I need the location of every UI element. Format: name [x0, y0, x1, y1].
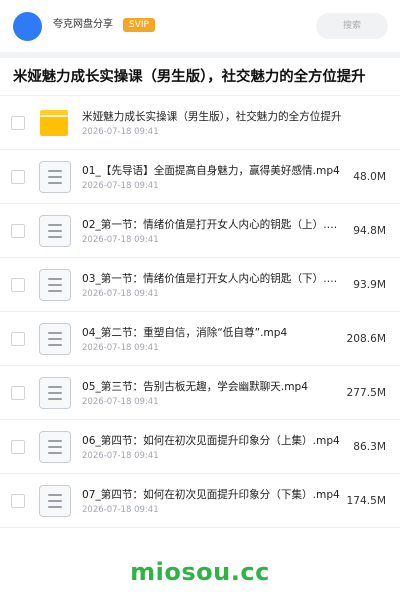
video-file-icon [38, 160, 71, 194]
share-header: 夸克网盘分享 SVIP 搜索 [0, 0, 400, 52]
file-name: 04_第二节：重塑自信，消除“低自尊”.mp4 [82, 327, 288, 339]
site-watermark: miosou.cc [130, 558, 270, 586]
file-date: 2026-07-18 09:41 [82, 235, 159, 245]
file-date: 2026-07-18 09:41 [82, 505, 159, 515]
share-owner-name: 夸克网盘分享 [53, 19, 113, 30]
search-input[interactable]: 搜索 [316, 13, 388, 39]
row-checkbox[interactable] [11, 278, 25, 292]
list-item[interactable]: 03_第一节：情绪价值是打开女人内心的钥匙（下）.mp4 2026-07-18 … [0, 258, 400, 312]
video-file-icon [38, 376, 71, 410]
file-name: 02_第一节：情绪价值是打开女人内心的钥匙（上）.mp4 [82, 219, 346, 231]
video-file-icon [38, 484, 71, 518]
file-name: 米娅魅力成长实操课（男生版），社交魅力的全方位提升 [82, 111, 342, 123]
file-date: 2026-07-18 09:41 [82, 397, 159, 407]
file-date: 2026-07-18 09:41 [82, 289, 159, 299]
row-checkbox[interactable] [11, 386, 25, 400]
list-item[interactable]: 05_第三节：告别古板无趣，学会幽默聊天.mp4 2026-07-18 09:4… [0, 366, 400, 420]
file-size: 208.6M [346, 333, 386, 345]
user-avatar[interactable] [13, 12, 42, 41]
row-checkbox[interactable] [11, 170, 25, 184]
file-size: 93.9M [353, 279, 386, 291]
list-item[interactable]: 04_第二节：重塑自信，消除“低自尊”.mp4 2026-07-18 09:41… [0, 312, 400, 366]
file-date: 2026-07-18 09:41 [82, 127, 159, 137]
file-size: 86.3M [353, 441, 386, 453]
row-checkbox[interactable] [11, 494, 25, 508]
row-checkbox[interactable] [11, 332, 25, 346]
file-date: 2026-07-18 09:41 [82, 181, 159, 191]
video-file-icon [38, 214, 71, 248]
title-bar: 米娅魅力成长实操课（男生版），社交魅力的全方位提升 [0, 58, 400, 96]
file-name: 01_【先导语】全面提高自身魅力，赢得美好感情.mp4 [82, 165, 340, 177]
video-file-icon [38, 430, 71, 464]
list-item[interactable]: 02_第一节：情绪价值是打开女人内心的钥匙（上）.mp4 2026-07-18 … [0, 204, 400, 258]
footer: miosou.cc [0, 547, 400, 600]
file-size: 94.8M [353, 225, 386, 237]
list-item[interactable]: 06_第四节：如何在初次见面提升印象分（上集）.mp4 2026-07-18 0… [0, 420, 400, 474]
file-name: 06_第四节：如何在初次见面提升印象分（上集）.mp4 [82, 435, 340, 447]
file-size: 48.0M [353, 171, 386, 183]
file-name: 07_第四节：如何在初次见面提升印象分（下集）.mp4 [82, 489, 340, 501]
page-title: 米娅魅力成长实操课（男生版），社交魅力的全方位提升 [13, 69, 366, 85]
row-checkbox[interactable] [11, 224, 25, 238]
video-file-icon [38, 268, 71, 302]
list-item-folder[interactable]: 米娅魅力成长实操课（男生版），社交魅力的全方位提升 2026-07-18 09:… [0, 96, 400, 150]
row-checkbox[interactable] [11, 116, 25, 130]
file-list: 米娅魅力成长实操课（男生版），社交魅力的全方位提升 2026-07-18 09:… [0, 96, 400, 547]
file-name: 03_第一节：情绪价值是打开女人内心的钥匙（下）.mp4 [82, 273, 346, 285]
file-size: 174.5M [346, 495, 386, 507]
row-checkbox[interactable] [11, 440, 25, 454]
file-date: 2026-07-18 09:41 [82, 343, 159, 353]
list-item[interactable]: 07_第四节：如何在初次见面提升印象分（下集）.mp4 2026-07-18 0… [0, 474, 400, 528]
folder-icon [38, 106, 70, 140]
svip-badge: SVIP [123, 18, 155, 32]
video-file-icon [38, 322, 71, 356]
list-item[interactable]: 01_【先导语】全面提高自身魅力，赢得美好感情.mp4 2026-07-18 0… [0, 150, 400, 204]
file-size: 277.5M [346, 387, 386, 399]
file-date: 2026-07-18 09:41 [82, 451, 159, 461]
file-name: 05_第三节：告别古板无趣，学会幽默聊天.mp4 [82, 381, 309, 393]
